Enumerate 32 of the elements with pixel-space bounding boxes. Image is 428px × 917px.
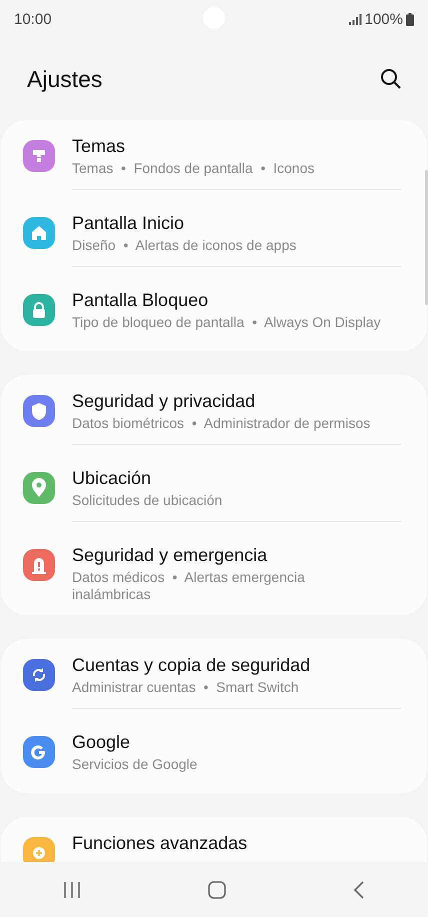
item-subtitle: Datos médicos • Alertas emergencia inalámbricas: [72, 569, 306, 603]
item-title: Funciones avanzadas: [72, 832, 248, 855]
signal-icon: [348, 14, 362, 24]
item-subtitle: Temas • Fondos de pantalla • Iconos: [72, 160, 316, 177]
battery-icon: [406, 12, 414, 26]
item-title: Pantalla Bloqueo: [72, 289, 210, 312]
status-time: 10:00: [14, 10, 52, 28]
item-subtitle: Tipo de bloqueo de pantalla • Always On Display: [72, 314, 382, 331]
settings-item[interactable]: Google Servicios de Google: [1, 716, 427, 793]
item-title: Ubicación: [72, 467, 152, 490]
battery-level: 100%: [364, 10, 403, 28]
back-icon: [352, 880, 365, 898]
item-subtitle: Solicitudes de ubicación: [72, 492, 224, 509]
settings-item[interactable]: Seguridad y emergencia Datos médicos • Alertas emergencia inalámbricas: [1, 529, 427, 615]
item-subtitle: Diseño • Alertas de iconos de apps: [72, 237, 298, 254]
item-title: Google: [72, 731, 132, 754]
settings-item[interactable]: Pantalla Bloqueo Tipo de bloqueo de pantalla • Always On Display: [1, 274, 427, 351]
settings-item[interactable]: Seguridad y privacidad Datos biométricos • Administrador de permisos: [1, 375, 427, 452]
item-title: Pantalla Inicio: [72, 212, 186, 235]
item-title: Seguridad y privacidad: [72, 390, 256, 413]
item-subtitle: Servicios de Google: [72, 756, 198, 773]
item-title: Cuentas y copia de seguridad: [72, 654, 312, 677]
page-title: Ajustes: [27, 66, 104, 92]
settings-item[interactable]: Ubicación Solicitudes de ubicación: [1, 452, 427, 529]
item-title: Seguridad y emergencia: [72, 544, 268, 567]
item-title: Temas: [72, 135, 126, 158]
item-subtitle: Administrar cuentas • Smart Switch: [72, 679, 300, 696]
item-subtitle: Datos biométricos • Administrador de permisos: [72, 415, 372, 432]
scrollbar[interactable]: [425, 170, 428, 305]
settings-item[interactable]: Cuentas y copia de seguridad Administrar cuentas • Smart Switch: [1, 639, 427, 716]
settings-item[interactable]: Pantalla Inicio Diseño • Alertas de iconos de apps: [1, 197, 427, 274]
settings-item[interactable]: Temas Temas • Fondos de pantalla • Iconos: [1, 120, 427, 197]
